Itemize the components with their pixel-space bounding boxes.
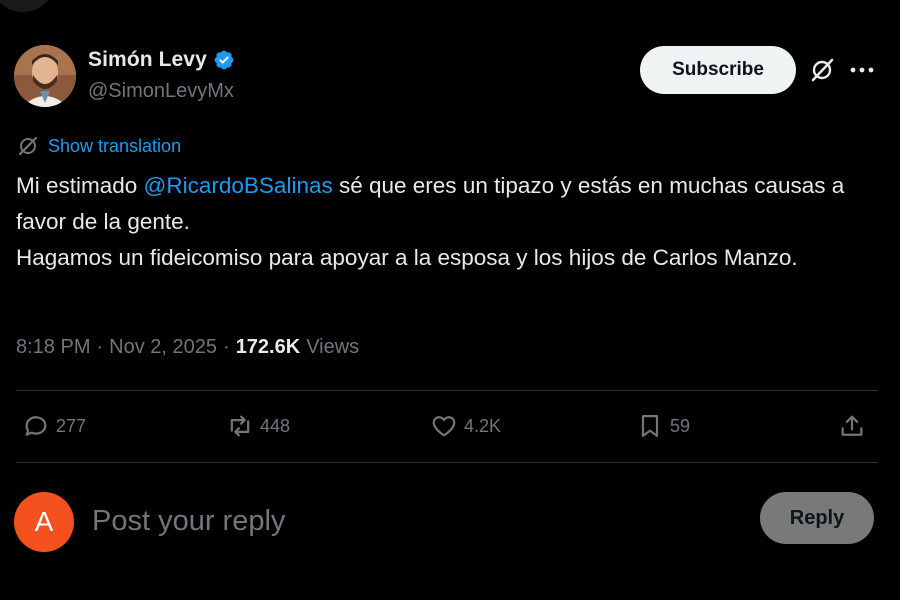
divider-bottom (16, 462, 878, 463)
author-avatar[interactable] (14, 45, 76, 107)
views-label: Views (306, 336, 360, 358)
tweet-detail-page: Simón Levy @SimonLevyMx Subscribe Show t… (0, 0, 900, 600)
meta-separator: · (223, 336, 230, 358)
tweet-time[interactable]: 8:18 PM (16, 336, 90, 359)
reply-button[interactable]: Reply (760, 492, 874, 544)
subscribe-button[interactable]: Subscribe (640, 46, 796, 94)
repost-count: 448 (260, 415, 291, 436)
like-action[interactable]: 4.2K (430, 412, 501, 440)
grok-icon[interactable] (808, 56, 836, 84)
more-icon[interactable] (848, 60, 876, 80)
mention-link[interactable]: @RicardoBSalinas (144, 173, 333, 198)
author-display-name[interactable]: Simón Levy (88, 48, 207, 72)
tweet-text: Mi estimado @RicardoBSalinas sé que eres… (16, 168, 876, 276)
reply-icon (25, 416, 47, 436)
reply-input[interactable] (90, 496, 734, 546)
share-icon (841, 415, 863, 436)
bookmark-count: 59 (670, 415, 691, 436)
like-count: 4.2K (464, 415, 502, 436)
tweet-meta: 8:18 PM · Nov 2, 2025 · 172.6K Views (16, 336, 359, 359)
meta-separator: · (96, 336, 104, 358)
bookmark-icon (641, 414, 659, 438)
previous-post-avatar (0, 0, 54, 12)
reply-action[interactable]: 277 (22, 412, 86, 440)
bookmark-action[interactable]: 59 (636, 412, 690, 440)
tweet-text-part1: Mi estimado (16, 173, 144, 198)
repost-action[interactable]: 448 (226, 412, 290, 440)
actions-row: 277 448 4.2K 59 (0, 404, 900, 452)
tweet-text-line2: Hagamos un fideicomiso para apoyar a la … (16, 245, 798, 270)
divider-top (16, 390, 878, 391)
repost-icon (230, 415, 250, 437)
show-translation-link[interactable]: Show translation (48, 136, 181, 157)
author-handle[interactable]: @SimonLevyMx (88, 80, 234, 103)
translate-icon (18, 136, 38, 156)
views-count: 172.6K (235, 336, 301, 358)
tweet-date[interactable]: Nov 2, 2025 (109, 336, 217, 359)
reply-user-avatar[interactable]: A (14, 492, 74, 552)
author-name-row: Simón Levy (88, 48, 235, 72)
share-action[interactable] (838, 412, 866, 440)
reply-count: 277 (56, 415, 87, 436)
verified-badge-icon (214, 50, 234, 70)
show-translation-row[interactable]: Show translation (16, 134, 181, 158)
heart-icon (432, 416, 456, 437)
